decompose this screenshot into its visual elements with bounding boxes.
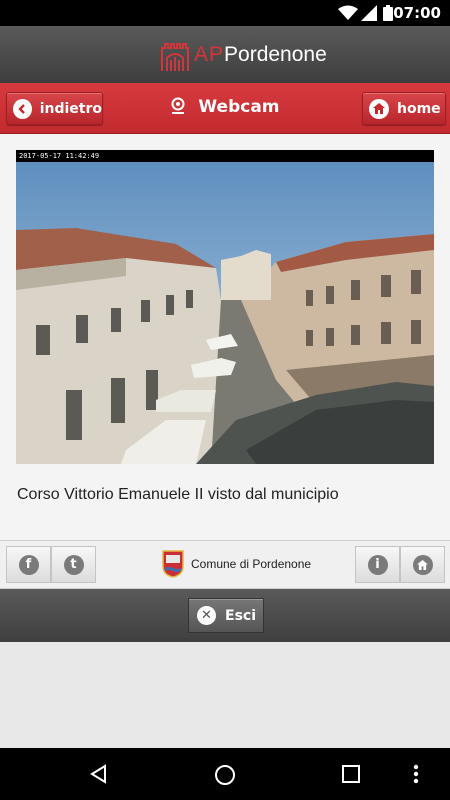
home-button[interactable]: home [362, 92, 446, 125]
exit-label: Esci [225, 607, 256, 624]
facebook-button[interactable]: f [6, 546, 51, 583]
page-title-text: Webcam [198, 97, 280, 117]
webcam-image: 2017-05-17 11:42:49 [16, 150, 434, 464]
logo-mark: AP [194, 43, 225, 66]
logo-text: Pordenone [224, 43, 327, 66]
battery-icon [383, 5, 393, 21]
exit-bar: ✕ Esci [0, 589, 450, 642]
system-nav-bar [0, 748, 450, 800]
signal-icon [361, 5, 377, 21]
webcam-timestamp: 2017-05-17 11:42:49 [19, 152, 100, 160]
app-logo: AP Pordenone [160, 38, 327, 72]
info-icon: i [367, 554, 388, 575]
castle-logo-icon [161, 43, 189, 71]
nav-bar: indietro Webcam home [0, 83, 450, 134]
city-crest-icon [162, 550, 184, 578]
exit-button[interactable]: ✕ Esci [188, 598, 264, 633]
webcam-content: 2017-05-17 11:42:49 Corso Vittorio Emanu… [0, 134, 450, 540]
more-options-icon[interactable] [413, 764, 419, 784]
twitter-button[interactable]: t [51, 546, 96, 583]
back-nav-icon[interactable] [89, 764, 109, 784]
status-time: 07:00 [393, 4, 441, 22]
home-icon [369, 98, 389, 119]
street-view-picture [16, 162, 434, 464]
recents-nav-icon[interactable] [342, 765, 360, 783]
status-bar: 07:00 [0, 0, 450, 26]
close-icon: ✕ [197, 606, 216, 625]
comune-brand: Comune di Pordenone [162, 550, 311, 578]
footer-home-button[interactable] [400, 546, 445, 583]
location-pin-icon [171, 97, 185, 114]
home-nav-icon[interactable] [214, 764, 236, 786]
footer-home-icon [412, 554, 433, 575]
comune-label: Comune di Pordenone [191, 557, 312, 571]
wifi-icon [338, 5, 358, 20]
webcam-caption: Corso Vittorio Emanuele II visto dal mun… [17, 486, 339, 503]
footer-bar: f t Comune di Pordenone i [0, 540, 450, 589]
twitter-icon: t [63, 554, 84, 575]
info-button[interactable]: i [355, 546, 400, 583]
app-header: AP Pordenone [0, 26, 450, 83]
facebook-icon: f [18, 554, 39, 575]
home-label: home [397, 100, 441, 117]
